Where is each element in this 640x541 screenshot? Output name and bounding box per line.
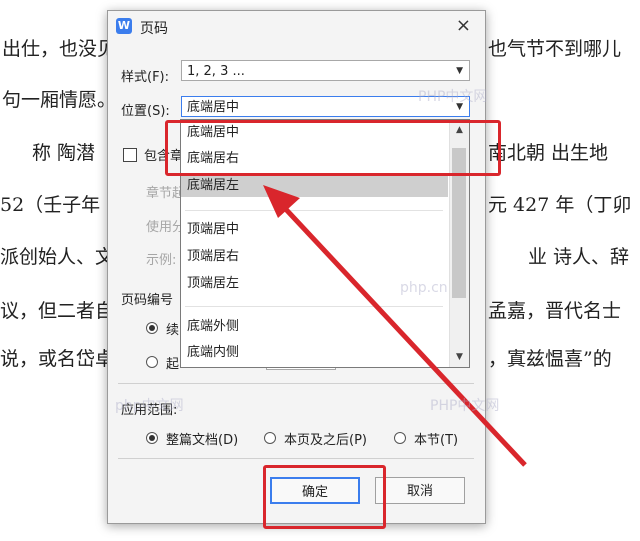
watermark: PHP中文网 [430,398,500,414]
watermark: php中文网 [115,398,184,414]
arrow-shaft [278,201,527,467]
watermark: php.cn [400,280,448,296]
annotation-arrow [263,185,527,467]
arrow-head [263,185,300,218]
watermark: PHP中文网 [418,89,488,105]
